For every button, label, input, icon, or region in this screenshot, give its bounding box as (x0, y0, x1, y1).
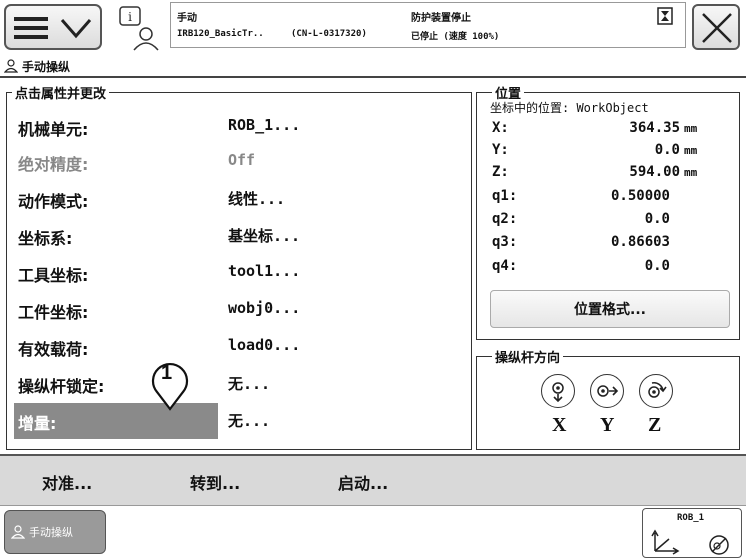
property-label: 动作模式: (18, 192, 89, 211)
operation-mode: 手动 (177, 13, 197, 24)
pos-z-unit: mm (684, 166, 698, 179)
close-button[interactable] (692, 4, 740, 50)
top-bar: i 手动 IRB120_BasicTr.. (CN-L-0317320) 防护装… (0, 0, 746, 56)
title-divider (0, 76, 746, 78)
pos-q2-label: q2: (492, 211, 518, 227)
command-bar: 对准... 转到... 启动... (0, 454, 746, 506)
pos-q4-label: q4: (492, 258, 518, 274)
property-value: Off (228, 151, 256, 169)
coordinate-axes-icon (651, 529, 680, 555)
property-row-mechanical-unit[interactable]: 机械单元: ROB_1... (10, 108, 458, 142)
property-value: tool1... (228, 262, 301, 280)
property-value: 线性... (228, 190, 286, 208)
property-label: 机械单元: (18, 120, 89, 139)
property-value: 无... (228, 375, 271, 393)
pos-x-label: X: (492, 120, 509, 136)
pos-y-label: Y: (492, 142, 509, 158)
property-value: 基坐标... (228, 227, 301, 245)
pos-q3-label: q3: (492, 234, 518, 250)
property-row-joystick-lock[interactable]: 操纵杆锁定: 无... (10, 365, 458, 399)
app-title-label: 手动操纵 (22, 59, 71, 74)
jogging-app-icon (4, 59, 18, 73)
property-label: 工具坐标: (18, 266, 89, 285)
controller-serial: (CN-L-0317320) (291, 29, 367, 39)
pos-y-unit: mm (684, 144, 698, 157)
pos-z-value: 594.00 (629, 164, 680, 180)
joystick-axis-z: Z (648, 414, 662, 436)
safety-status: 防护装置停止 (411, 13, 471, 24)
activate-button[interactable]: 启动... (338, 470, 388, 494)
align-button[interactable]: 对准... (42, 470, 92, 494)
property-row-work-object[interactable]: 工件坐标: wobj0... (10, 291, 458, 325)
joystick-y-icon (590, 374, 624, 408)
operator-info-icon[interactable]: i (116, 4, 164, 52)
taskbar-item-label: 手动操纵 (29, 526, 73, 539)
taskbar: 手动操纵 ROB_1 (0, 506, 746, 559)
pos-z-label: Z: (492, 164, 509, 180)
property-row-tool[interactable]: 工具坐标: tool1... (10, 254, 458, 288)
callout-number: 1 (161, 362, 173, 384)
property-label: 坐标系: (18, 229, 73, 248)
pos-x-unit: mm (684, 122, 698, 135)
property-value: load0... (228, 336, 301, 354)
hourglass-icon (657, 7, 673, 25)
property-row-motion-mode[interactable]: 动作模式: 线性... (10, 180, 458, 214)
property-row-payload[interactable]: 有效载荷: load0... (10, 328, 458, 362)
joystick-axis-y: Y (600, 414, 615, 436)
property-row-absolute-accuracy: 绝对精度: Off (10, 143, 458, 177)
pos-y-value: 0.0 (654, 142, 680, 158)
property-value: ROB_1... (228, 116, 301, 134)
close-icon (702, 13, 732, 43)
quickset-button[interactable]: ROB_1 (642, 508, 742, 558)
app-title: 手动操纵 (4, 56, 70, 76)
chevron-down-icon (60, 19, 92, 39)
pos-x-value: 364.35 (629, 120, 680, 136)
run-state: 已停止 (速度 100%) (411, 32, 500, 42)
property-label: 绝对精度: (18, 155, 89, 174)
property-value: 无... (228, 412, 271, 430)
goto-button[interactable]: 转到... (190, 470, 240, 494)
menu-icon (14, 17, 48, 39)
pos-q1-label: q1: (492, 188, 518, 204)
property-label: 增量: (18, 414, 57, 433)
abb-menu-button[interactable] (4, 4, 102, 50)
property-row-increment[interactable]: 增量: 无... (10, 402, 458, 439)
pos-q3-value: 0.86603 (610, 234, 670, 250)
jogging-app-icon (11, 525, 25, 539)
pos-q1-value: 0.50000 (610, 188, 670, 204)
joystick-legend: 操纵杆方向 (492, 347, 564, 366)
pos-q2-value: 0.0 (644, 211, 670, 227)
property-value: wobj0... (228, 299, 301, 317)
pos-q4-value: 0.0 (644, 258, 670, 274)
property-label: 操纵杆锁定: (18, 377, 105, 396)
increment-icon (709, 535, 729, 555)
controller-name: IRB120_BasicTr.. (177, 29, 264, 39)
position-coordinate-label: 坐标中的位置: WorkObject (490, 101, 649, 115)
joystick-z-icon (639, 374, 673, 408)
status-bar[interactable]: 手动 IRB120_BasicTr.. (CN-L-0317320) 防护装置停… (170, 2, 686, 48)
svg-text:i: i (128, 10, 132, 24)
quickset-mech-unit: ROB_1 (677, 513, 705, 523)
properties-legend: 点击属性并更改 (12, 83, 110, 102)
property-label: 有效载荷: (18, 340, 89, 359)
joystick-axis-x: X (552, 414, 567, 436)
property-label: 工件坐标: (18, 303, 89, 322)
joystick-x-icon (541, 374, 575, 408)
position-format-button[interactable]: 位置格式... (490, 290, 730, 328)
taskbar-item-jogging[interactable]: 手动操纵 (4, 510, 106, 554)
property-row-coordinate-system[interactable]: 坐标系: 基坐标... (10, 217, 458, 251)
